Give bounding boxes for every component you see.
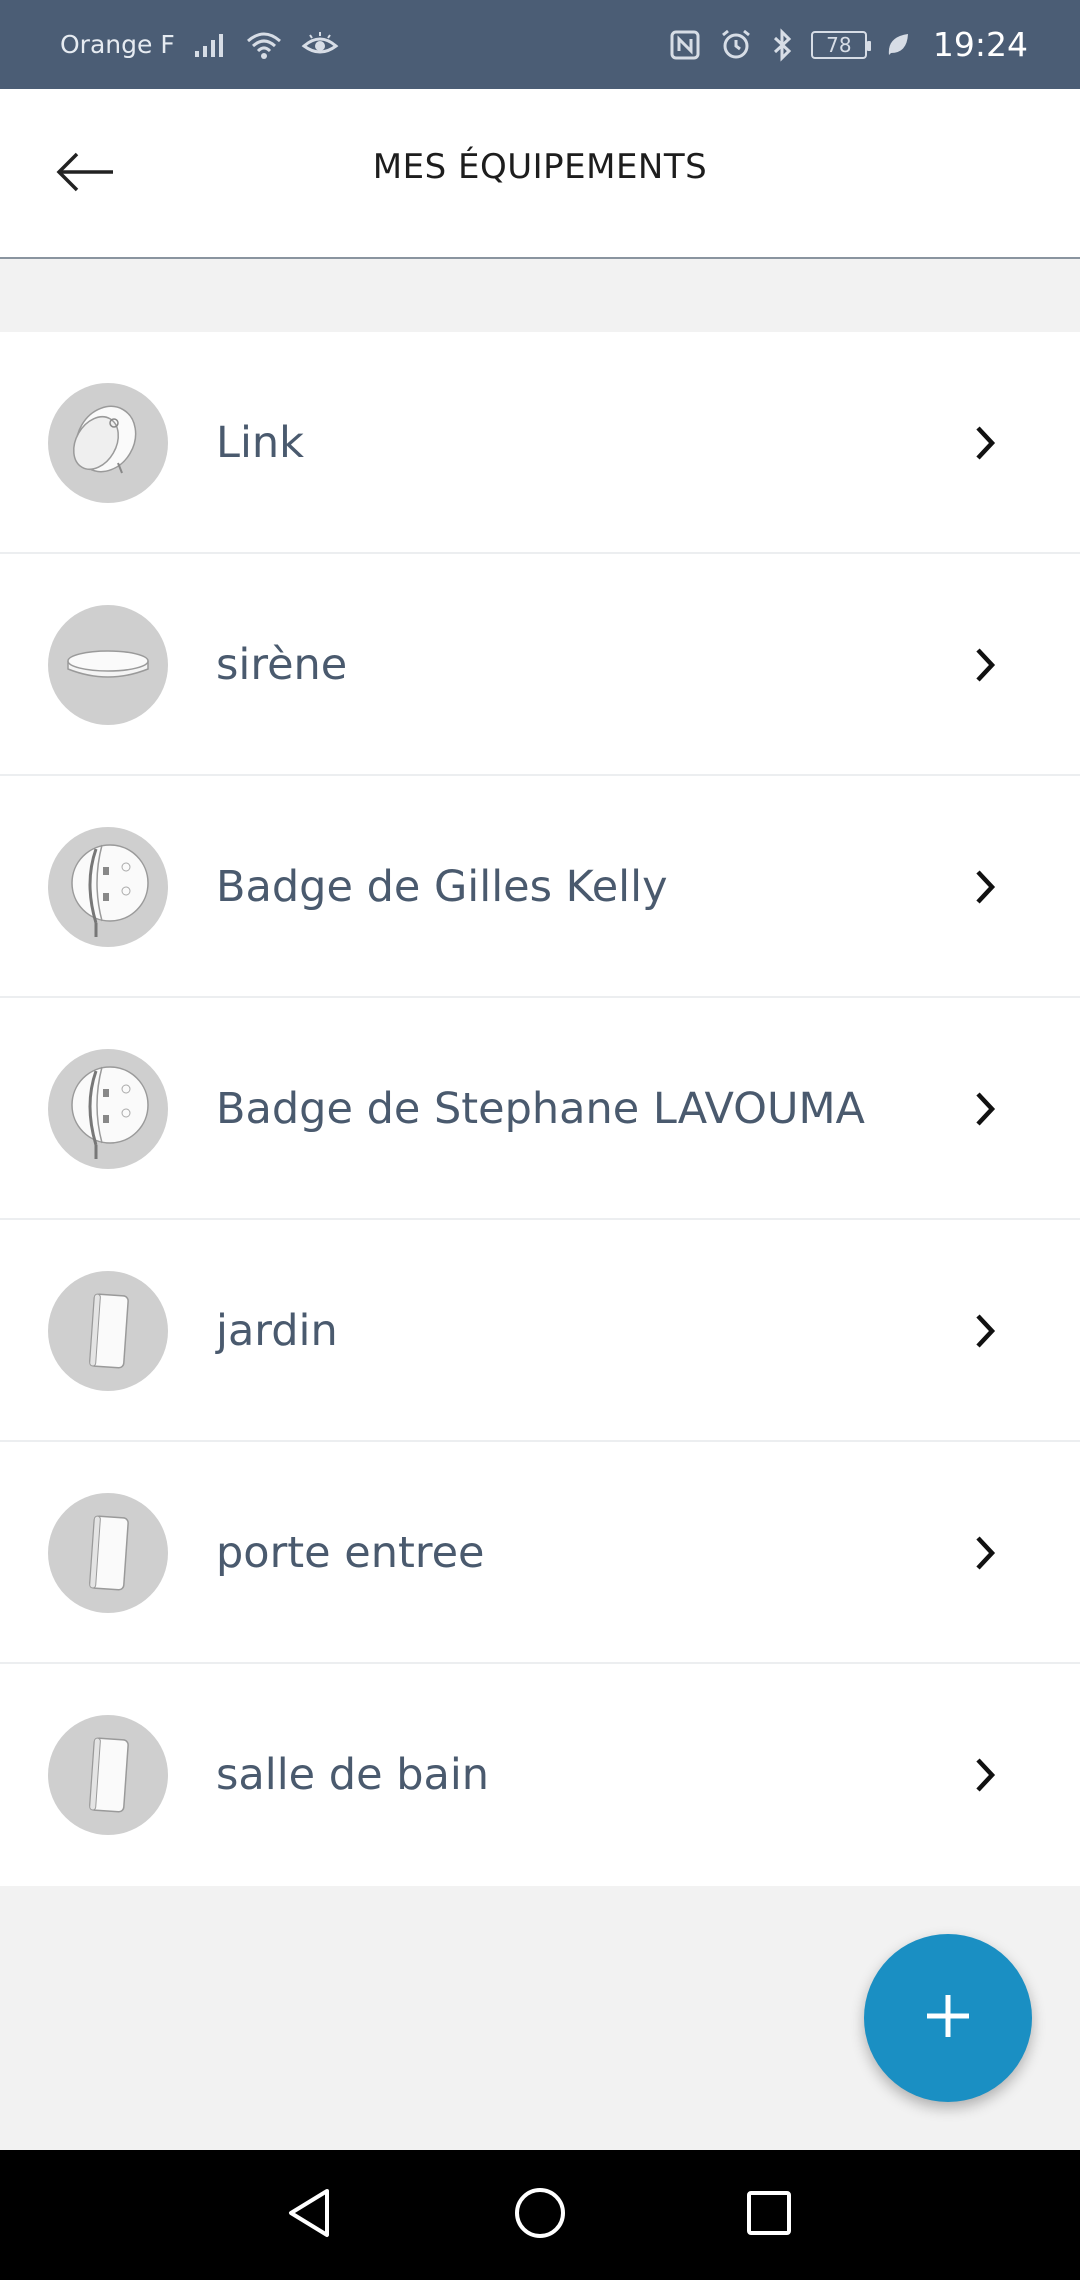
- list-item-badge-gilles[interactable]: Badge de Gilles Kelly: [0, 776, 1080, 998]
- device-name: jardin: [216, 1306, 338, 1356]
- battery-level: 78: [826, 32, 852, 57]
- chevron-right-icon: [958, 416, 1012, 470]
- carrier-name: Orange F: [60, 30, 175, 59]
- nav-back-button[interactable]: [272, 2178, 346, 2252]
- chevron-right-icon: [958, 1304, 1012, 1358]
- device-name: Link: [216, 418, 305, 468]
- battery-icon: 78: [810, 30, 871, 59]
- nav-home-button[interactable]: [503, 2178, 577, 2252]
- chevron-right-icon: [958, 1526, 1012, 1580]
- page-title: MES ÉQUIPEMENTS: [372, 147, 708, 187]
- door-sensor-icon: [48, 1493, 168, 1613]
- status-left: Orange F: [60, 30, 339, 60]
- chevron-right-icon: [958, 1082, 1012, 1136]
- list-item-sirene[interactable]: sirène: [0, 554, 1080, 776]
- nav-recents-button[interactable]: [732, 2178, 806, 2252]
- list-item-porte-entree[interactable]: porte entree: [0, 1442, 1080, 1664]
- list-item-salle-de-bain[interactable]: salle de bain: [0, 1664, 1080, 1886]
- nfc-icon: [669, 29, 701, 61]
- device-name: sirène: [216, 640, 348, 690]
- door-sensor-icon: [48, 1271, 168, 1391]
- device-name: salle de bain: [216, 1750, 490, 1800]
- door-sensor-icon: [48, 1715, 168, 1835]
- recents-square-icon: [741, 2185, 797, 2245]
- device-name: Badge de Stephane LAVOUMA: [216, 1084, 865, 1134]
- plus-icon: [924, 1992, 972, 2044]
- app-bar: MES ÉQUIPEMENTS: [0, 89, 1080, 259]
- back-triangle-icon: [281, 2185, 337, 2245]
- device-name: Badge de Gilles Kelly: [216, 862, 668, 912]
- siren-device-icon: [48, 605, 168, 725]
- eye-comfort-icon: [301, 30, 339, 60]
- list-item-jardin[interactable]: jardin: [0, 1220, 1080, 1442]
- link-device-icon: [48, 383, 168, 503]
- list-item-link[interactable]: Link: [0, 332, 1080, 554]
- device-list: Link sirène Badge de Gilles Kelly Badge …: [0, 332, 1080, 1886]
- leaf-icon: [885, 31, 911, 59]
- status-right: 78 19:24: [669, 25, 1028, 64]
- bluetooth-icon: [771, 27, 793, 62]
- chevron-right-icon: [958, 638, 1012, 692]
- badge-device-icon: [48, 827, 168, 947]
- device-name: porte entree: [216, 1528, 485, 1578]
- wifi-icon: [245, 30, 283, 60]
- chevron-right-icon: [958, 1748, 1012, 1802]
- list-item-badge-stephane[interactable]: Badge de Stephane LAVOUMA: [0, 998, 1080, 1220]
- chevron-right-icon: [958, 860, 1012, 914]
- badge-device-icon: [48, 1049, 168, 1169]
- system-nav-bar: [0, 2150, 1080, 2280]
- clock: 19:24: [932, 25, 1028, 64]
- home-circle-icon: [512, 2185, 568, 2245]
- add-device-button[interactable]: [864, 1934, 1032, 2102]
- status-bar: Orange F 78 19:24: [0, 0, 1080, 89]
- alarm-icon: [719, 28, 753, 62]
- signal-icon: [193, 31, 227, 59]
